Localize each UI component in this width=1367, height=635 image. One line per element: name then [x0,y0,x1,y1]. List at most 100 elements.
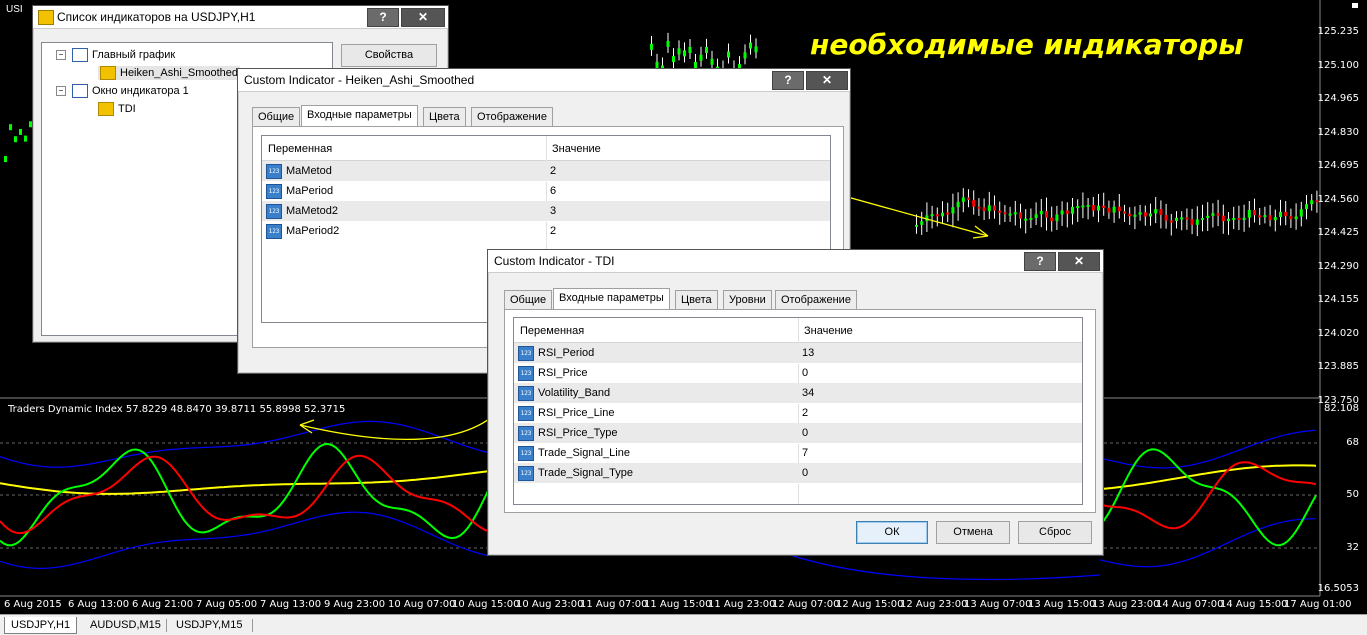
candle-body [967,197,970,200]
param-value[interactable]: 0 [802,367,808,379]
param-row[interactable]: 123 RSI_Price 0 [514,363,1082,384]
help-button[interactable]: ? [367,8,399,27]
indicator-tick-label: 68 [1346,437,1359,448]
tree-node-tdi[interactable]: TDI [98,102,136,116]
close-button[interactable]: ✕ [806,71,848,90]
candle-body [1232,218,1236,221]
reset-button[interactable]: Сброс [1018,521,1092,544]
candle-body [1159,209,1163,215]
tab-input-params[interactable]: Входные параметры [301,105,418,126]
candle-body [1102,205,1106,208]
candle-body [1211,213,1215,216]
candle-body [1154,209,1158,214]
time-tick-label: 12 Aug 23:00 [900,599,968,610]
window-title: Custom Indicator - Heiken_Ashi_Smoothed [244,73,475,87]
tab-general[interactable]: Общие [252,107,301,126]
close-button[interactable]: ✕ [1058,252,1100,271]
tab-display[interactable]: Отображение [471,107,553,126]
tab-colors[interactable]: Цвета [423,107,466,126]
candle-body [1065,210,1069,214]
param-row[interactable]: 123 Trade_Signal_Type 0 [514,463,1082,484]
chart-tab-usdjpy-h1[interactable]: USDJPY,H1 [4,617,78,634]
param-value[interactable]: 13 [802,347,814,359]
candle-body [930,214,934,217]
tree-node-label: TDI [118,102,136,115]
candle-body [1138,212,1142,215]
time-tick-label: 14 Aug 07:00 [1156,599,1224,610]
param-value[interactable]: 7 [802,447,808,459]
cancel-button[interactable]: Отмена [936,521,1010,544]
param-value[interactable]: 2 [802,407,808,419]
ok-button[interactable]: ОК [856,521,928,544]
param-name: MaMetod [286,165,332,177]
tree-node-heiken[interactable]: Heiken_Ashi_Smoothed [98,66,241,80]
param-row[interactable]: 123 MaMetod2 3 [262,201,830,222]
tab-input-params[interactable]: Входные параметры [553,288,670,309]
candle-body [920,221,924,225]
market-base-line [0,470,489,495]
param-value[interactable]: 2 [550,165,556,177]
candle-body [1221,215,1225,222]
param-value[interactable]: 6 [550,185,556,197]
close-button[interactable]: ✕ [401,8,445,27]
indicator-list-titlebar[interactable]: Список индикаторов на USDJPY,H1 ? ✕ [33,6,448,29]
price-tick-label: 124.155 [1317,294,1359,305]
param-value[interactable]: 2 [550,225,556,237]
volatility-band-upper [1099,429,1317,469]
time-tick-label: 11 Aug 07:00 [580,599,648,610]
candle-body [1003,212,1007,215]
time-tick-label: 13 Aug 07:00 [964,599,1032,610]
tree-expander-main[interactable]: − [56,50,66,60]
param-name: Trade_Signal_Line [538,447,630,459]
tree-node-main-chart[interactable]: Главный график [72,48,175,62]
tab-general[interactable]: Общие [504,290,553,309]
tab-levels[interactable]: Уровни [723,290,772,309]
heiken-ashi-titlebar[interactable]: Custom Indicator - Heiken_Ashi_Smoothed … [238,69,850,92]
trade-signal-line [0,454,489,535]
tab-display[interactable]: Отображение [775,290,857,309]
candle-body [1149,213,1152,217]
tree-expander-subwindow[interactable]: − [56,86,66,96]
param-row[interactable]: 123 Trade_Signal_Line 7 [514,443,1082,464]
chart-tab-usdjpy-m15[interactable]: USDJPY,M15 [170,617,248,633]
indicator-value-label: Traders Dynamic Index 57.8229 48.8470 39… [8,404,346,415]
param-row[interactable]: 123 RSI_Period 13 [514,343,1082,364]
tab-colors[interactable]: Цвета [675,290,718,309]
candle-body [1086,204,1090,207]
properties-button[interactable]: Свойства [341,44,437,67]
parameter-type-icon: 123 [518,386,534,401]
time-tick-label: 7 Aug 13:00 [260,599,322,610]
param-row[interactable]: 123 MaPeriod 6 [262,181,830,202]
candle-body [1284,211,1288,217]
param-row[interactable]: 123 RSI_Price_Type 0 [514,423,1082,444]
param-name: MaPeriod [286,185,334,197]
chart-tab-audusd-m15[interactable]: AUDUSD,M15 [84,617,167,633]
volatility-band-lower [1099,518,1316,568]
candle-body [1268,215,1272,221]
param-value[interactable]: 0 [802,467,808,479]
chart-icon [72,84,88,98]
param-value[interactable]: 0 [802,427,808,439]
candle-body [1273,217,1277,221]
candle-body [1164,214,1168,221]
param-row[interactable]: 123 MaPeriod2 2 [262,221,830,242]
param-row[interactable]: 123 MaMetod 2 [262,161,830,182]
candle-body [951,207,955,214]
param-row[interactable]: 123 Volatility_Band 34 [514,383,1082,404]
candle-body [1071,206,1074,214]
candle-body [977,206,981,209]
param-value[interactable]: 34 [802,387,814,399]
param-name: RSI_Price [538,367,588,379]
tdi-titlebar[interactable]: Custom Indicator - TDI ? ✕ [488,250,1103,273]
help-button[interactable]: ? [1024,252,1056,271]
candle-body [1247,209,1251,218]
param-value[interactable]: 3 [550,205,556,217]
candle-body [19,128,22,135]
param-row[interactable]: 123 RSI_Price_Line 2 [514,403,1082,424]
tdi-params-grid[interactable]: Переменная Значение 123 RSI_Period 13 123 RS… [513,317,1083,505]
candle-body [1143,212,1147,217]
tree-node-indicator-window[interactable]: Окно индикатора 1 [72,84,189,98]
candle-body [1128,213,1132,217]
indicator-icon [100,66,116,80]
help-button[interactable]: ? [772,71,804,90]
